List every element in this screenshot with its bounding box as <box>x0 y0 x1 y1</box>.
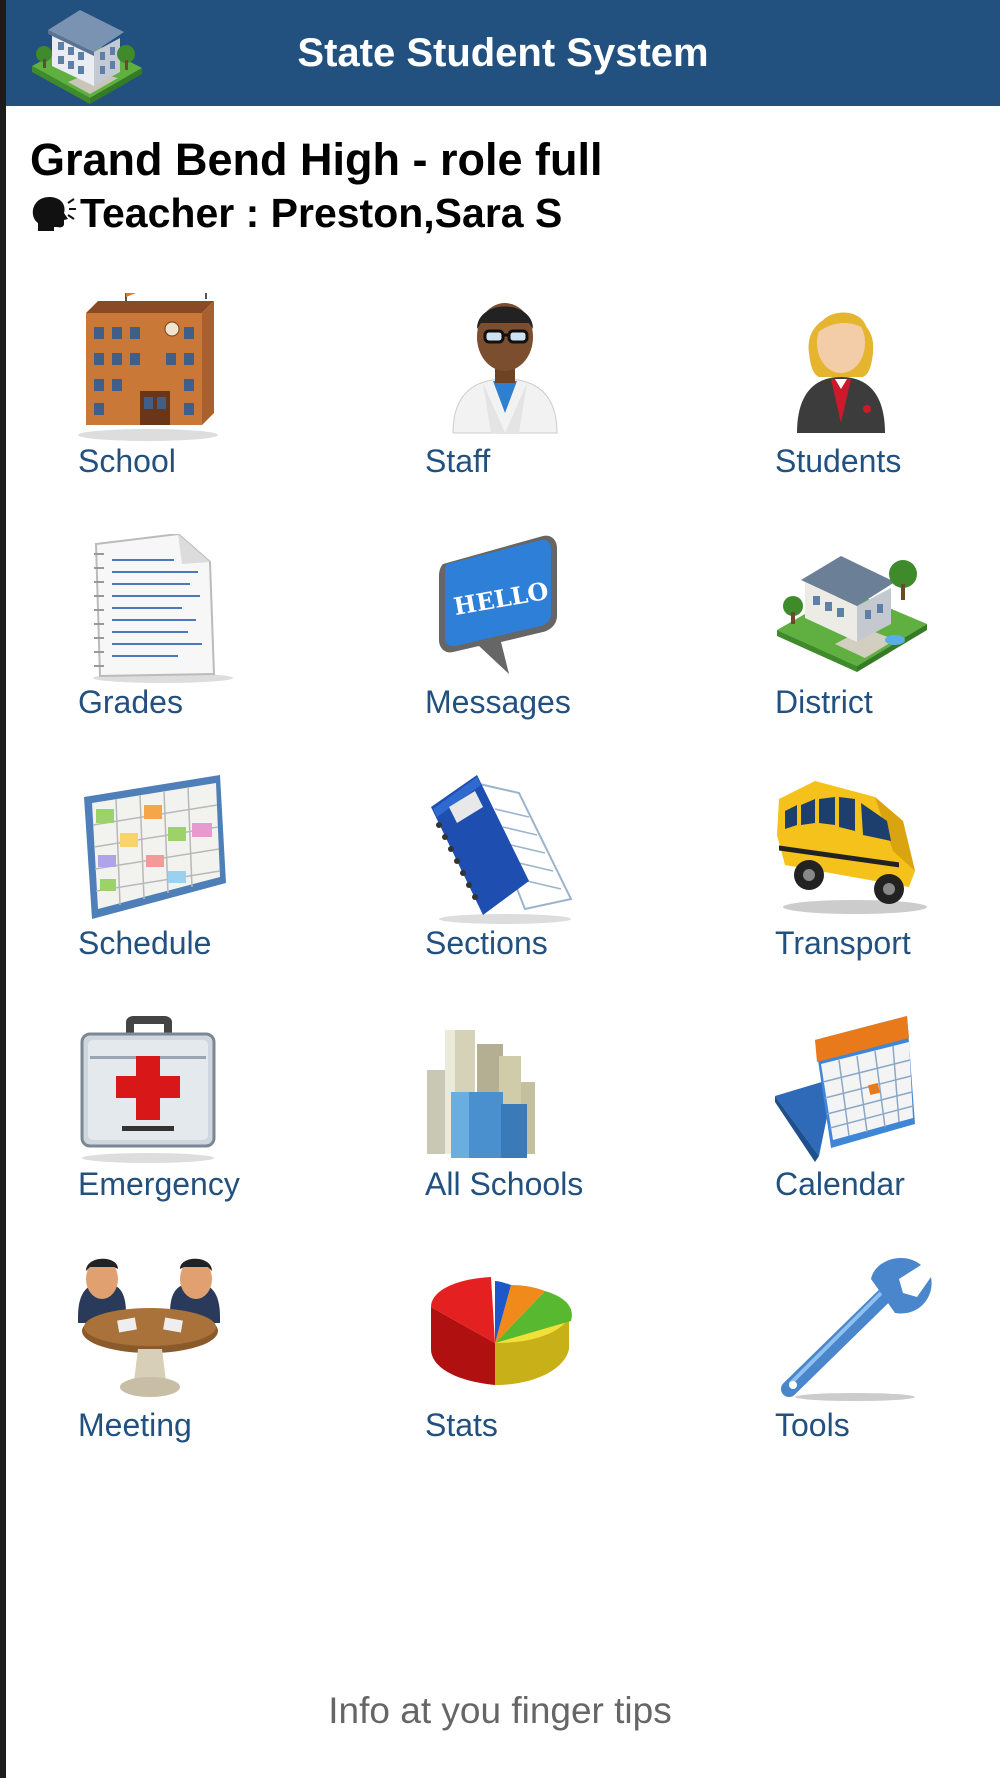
menu-label: Messages <box>425 684 571 720</box>
menu-label: Tools <box>775 1407 850 1443</box>
menu-label: Students <box>775 443 902 479</box>
school-role-title: Grand Bend High - role full <box>30 134 603 185</box>
menu-tile-stats[interactable]: Stats <box>425 1257 685 1457</box>
menu-tile-all-schools[interactable]: All Schools <box>425 1016 685 1216</box>
footer-tagline: Info at you finger tips <box>328 1690 672 1731</box>
menu-label: Calendar <box>775 1166 905 1202</box>
district-campus-icon <box>777 556 927 672</box>
school-bus-icon <box>777 781 927 914</box>
menu-tile-emergency[interactable]: Emergency <box>78 1016 338 1216</box>
menu-label: All Schools <box>425 1166 584 1202</box>
menu-tile-students[interactable]: Students <box>775 293 1000 493</box>
meeting-table-icon <box>78 1258 220 1397</box>
city-towers-icon <box>427 1030 535 1158</box>
user-role-text: Teacher : Preston,Sara S <box>80 190 563 236</box>
menu-tile-messages[interactable]: HELLO Messages <box>425 534 685 734</box>
menu-label: District <box>775 684 873 720</box>
user-role-line: Teacher : Preston,Sara S <box>30 190 562 237</box>
menu-label: Meeting <box>78 1407 192 1443</box>
window-left-edge <box>0 0 6 1778</box>
calendar-icon <box>775 1016 915 1162</box>
menu-label: Staff <box>425 443 491 479</box>
menu-tile-calendar[interactable]: Calendar <box>775 1016 1000 1216</box>
student-icon <box>797 312 885 433</box>
menu-tile-school[interactable]: School <box>78 293 338 493</box>
grades-paper-icon <box>93 534 233 683</box>
staff-person-icon <box>452 303 558 434</box>
notebook-icon <box>431 775 573 924</box>
hello-speech-bubble-icon: HELLO <box>439 535 557 674</box>
pie-chart-icon <box>431 1277 572 1385</box>
menu-label: Stats <box>425 1407 498 1443</box>
menu-tile-schedule[interactable]: Schedule <box>78 775 338 975</box>
schedule-grid-icon <box>84 775 226 919</box>
first-aid-kit-icon <box>80 1016 216 1163</box>
speaking-head-icon <box>32 196 76 231</box>
menu-label: Schedule <box>78 925 212 961</box>
menu-label: Emergency <box>78 1166 240 1202</box>
menu-tile-grades[interactable]: Grades <box>78 534 338 734</box>
school-building-icon <box>78 293 218 441</box>
menu-label: Grades <box>78 684 183 720</box>
menu-tile-district[interactable]: District <box>775 534 1000 734</box>
wrench-icon <box>781 1257 932 1401</box>
menu-tile-meeting[interactable]: Meeting <box>78 1257 338 1457</box>
menu-label: School <box>78 443 176 479</box>
menu-tile-tools[interactable]: Tools <box>775 1257 1000 1457</box>
menu-tile-transport[interactable]: Transport <box>775 775 1000 975</box>
menu-label: Transport <box>775 925 911 961</box>
app-header: State Student System <box>6 0 1000 106</box>
menu-tile-sections[interactable]: Sections <box>425 775 685 975</box>
menu-tile-staff[interactable]: Staff <box>425 293 685 493</box>
menu-label: Sections <box>425 925 548 961</box>
app-title: State Student System <box>297 31 709 75</box>
